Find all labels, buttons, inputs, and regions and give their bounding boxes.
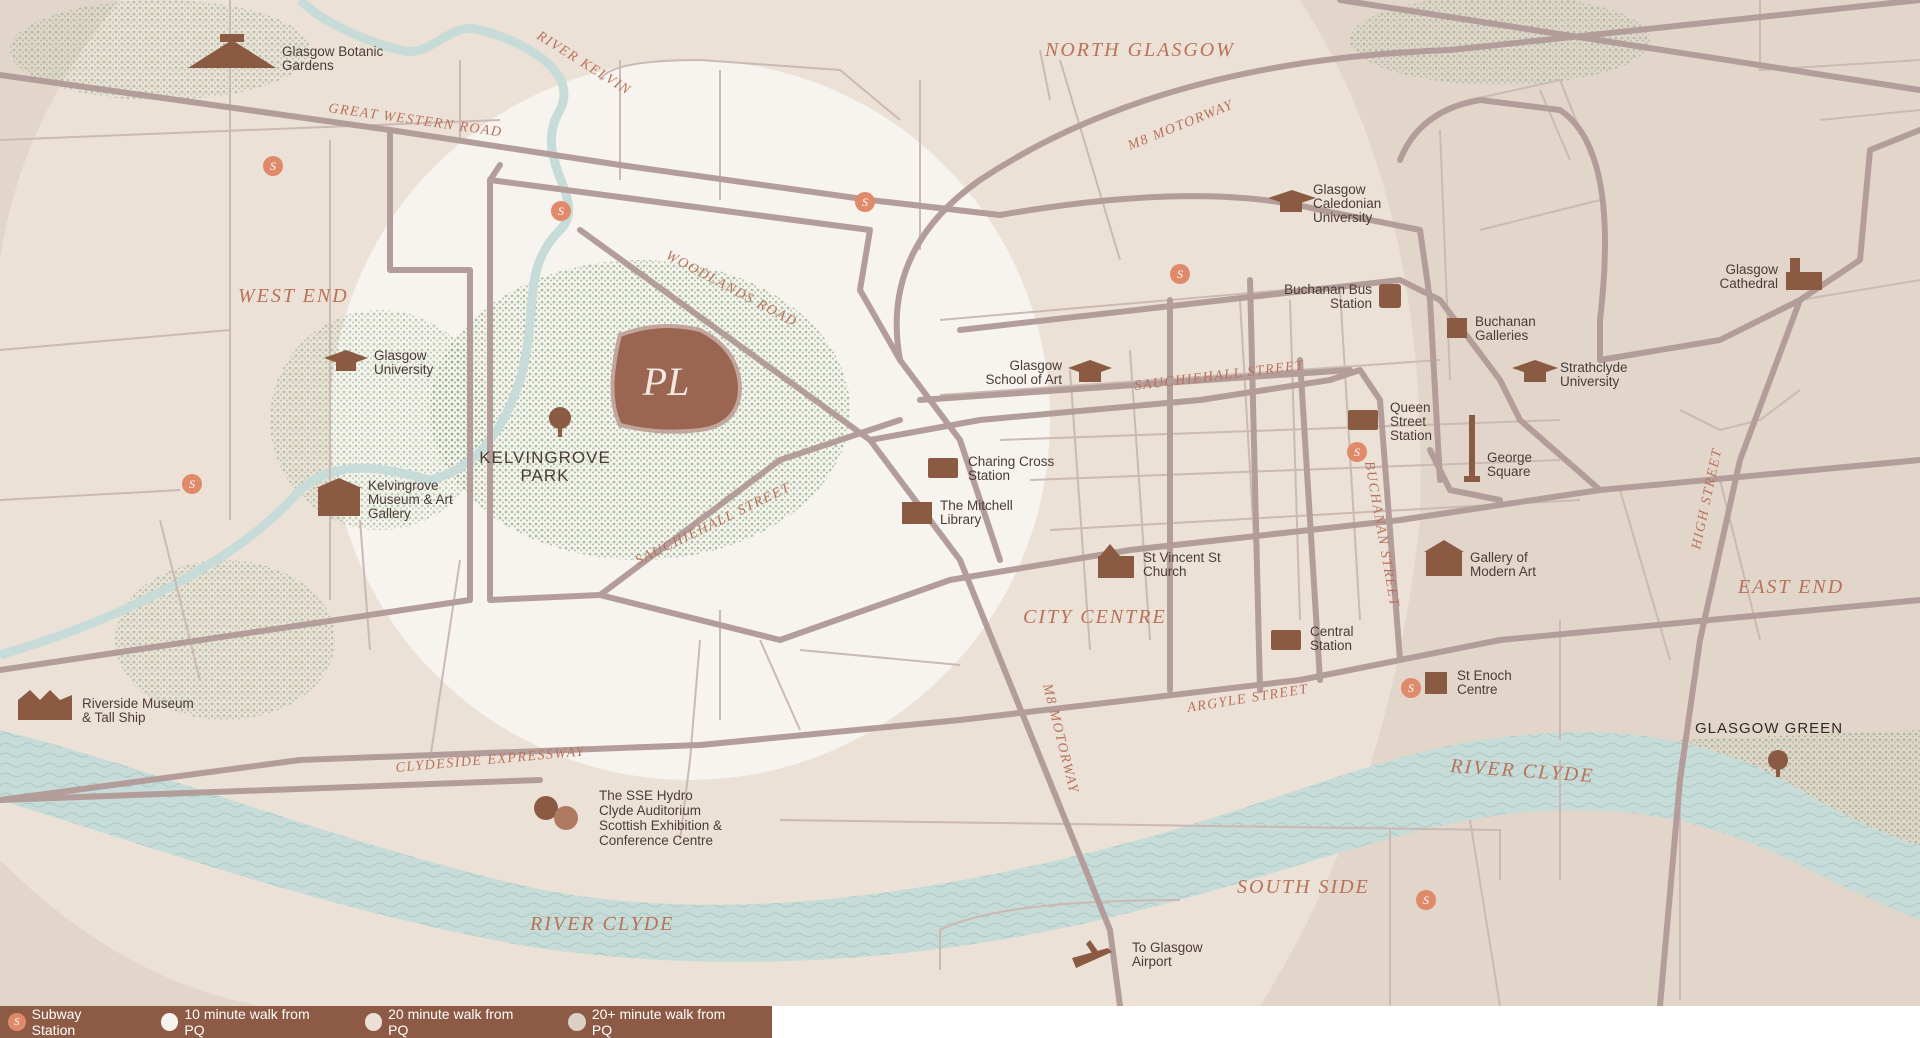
- legend-twenty-min-label: 20 minute walk from PQ: [388, 1006, 514, 1038]
- bus-icon: [1379, 284, 1401, 308]
- charing-cross-rail-icon: [928, 458, 958, 478]
- kelvingrove-park-line1: KELVINGROVE: [479, 448, 611, 467]
- kelvingrove-park-line2: PARK: [520, 466, 569, 485]
- svg-text:PL: PL: [642, 359, 690, 404]
- ten-min-swatch-icon: [160, 1013, 179, 1031]
- area-west-end: WEST END: [238, 285, 349, 307]
- legend-twenty-plus-label: 20+ minute walk from PQ: [591, 1006, 726, 1038]
- label-glasgow-university: Glasgow University: [374, 348, 434, 377]
- twenty-plus-swatch-icon: [568, 1013, 586, 1031]
- central-rail-icon: [1271, 630, 1301, 650]
- svg-text:S: S: [270, 159, 276, 173]
- subway-marker: S: [1347, 442, 1367, 462]
- area-south-side: SOUTH SIDE: [1237, 876, 1370, 898]
- svg-text:S: S: [1408, 681, 1414, 695]
- shopping-bag-icon: [1447, 318, 1467, 338]
- label-central-station: Central Station: [1310, 624, 1354, 653]
- label-goma: Gallery of Modern Art: [1470, 550, 1536, 579]
- label-river-clyde-west: RIVER CLYDE: [529, 913, 674, 935]
- subway-legend-icon: S: [8, 1013, 26, 1031]
- area-east-end: EAST END: [1737, 576, 1844, 598]
- label-george-square: George Square: [1487, 450, 1532, 479]
- label-buchanan-galleries: Buchanan Galleries: [1475, 314, 1536, 343]
- svg-text:S: S: [1354, 445, 1360, 459]
- svg-text:S: S: [558, 204, 564, 218]
- twenty-min-swatch-icon: [364, 1013, 383, 1031]
- label-cathedral: Glasgow Cathedral: [1719, 262, 1778, 291]
- subway-marker: S: [263, 156, 283, 176]
- map: PL NORTH GLASGOW WEST END CITY CENTRE EA…: [0, 0, 1920, 1038]
- subway-marker: S: [1401, 678, 1421, 698]
- map-canvas: PL NORTH GLASGOW WEST END CITY CENTRE EA…: [0, 0, 1920, 1006]
- svg-text:S: S: [1423, 893, 1429, 907]
- area-city-centre: CITY CENTRE: [1023, 606, 1167, 628]
- area-glasgow-green: GLASGOW GREEN: [1695, 720, 1843, 737]
- library-book-icon: [902, 502, 932, 524]
- label-strathclyde: Strathclyde University: [1560, 360, 1628, 389]
- legend-subway-label: Subway Station: [31, 1006, 82, 1038]
- pq-location-marker: PL: [610, 324, 743, 434]
- label-queen-street: Queen Street Station: [1390, 400, 1432, 443]
- subway-marker: S: [855, 192, 875, 212]
- svg-text:S: S: [1177, 267, 1183, 281]
- area-north-glasgow: NORTH GLASGOW: [1044, 39, 1235, 61]
- legend-twenty-plus: 20+ minute walk from PQ: [568, 1006, 746, 1038]
- subway-marker: S: [182, 474, 202, 494]
- st-enoch-bag-icon: [1425, 672, 1447, 694]
- subway-marker: S: [1416, 890, 1436, 910]
- subway-marker: S: [1170, 264, 1190, 284]
- svg-text:S: S: [189, 477, 195, 491]
- legend-ten-min: 10 minute walk from PQ: [160, 1006, 331, 1038]
- svg-text:S: S: [862, 195, 868, 209]
- legend: S Subway Station 10 minute walk from PQ …: [0, 1006, 772, 1038]
- legend-ten-min-label: 10 minute walk from PQ: [184, 1006, 310, 1038]
- subway-marker: S: [551, 201, 571, 221]
- queen-street-rail-icon: [1348, 410, 1378, 430]
- legend-twenty-min: 20 minute walk from PQ: [364, 1006, 535, 1038]
- legend-subway: S Subway Station: [8, 1006, 127, 1038]
